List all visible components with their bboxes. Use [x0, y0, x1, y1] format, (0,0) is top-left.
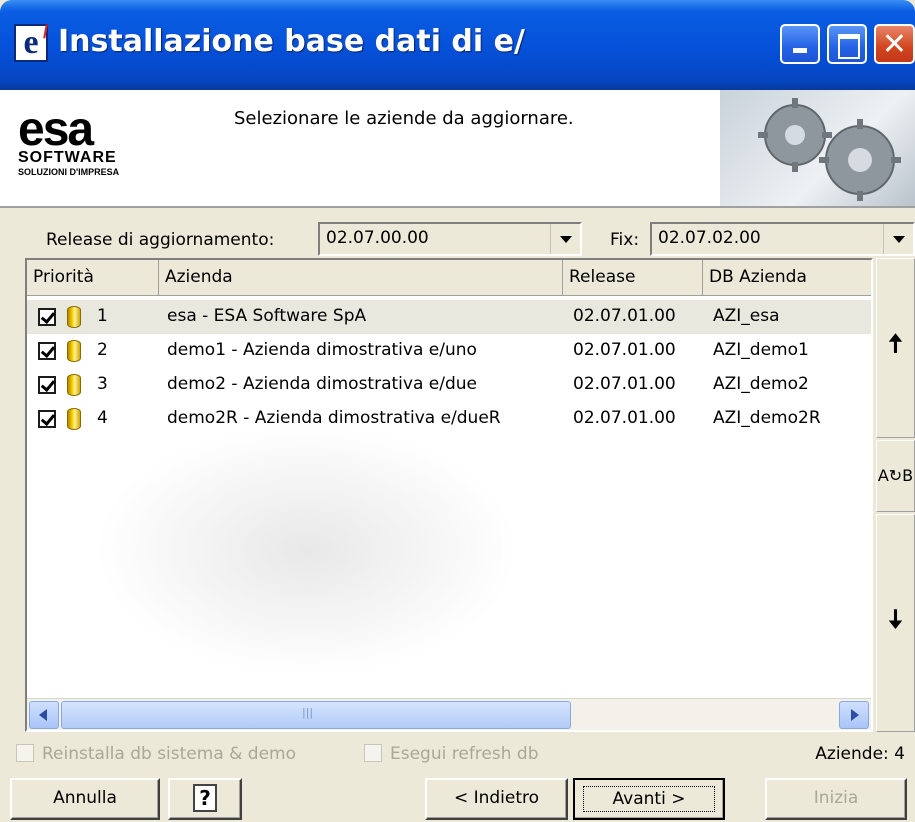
back-button[interactable]: < Indietro — [425, 778, 568, 820]
release-label: Release di aggiornamento: — [46, 230, 275, 250]
sort-icon: A↻B — [877, 466, 914, 485]
table-row[interactable]: 3 demo2 - Azienda dimostrativa e/due 02.… — [27, 368, 871, 402]
row-db: AZI_demo1 — [713, 340, 809, 360]
move-up-button[interactable]: 🠅 — [876, 258, 915, 438]
close-icon: ✕ — [881, 27, 908, 62]
row-db: AZI_demo2R — [713, 408, 821, 428]
checkbox-box[interactable] — [364, 744, 382, 762]
chevron-down-icon[interactable] — [550, 224, 580, 254]
chevron-down-icon[interactable] — [883, 224, 913, 254]
app-icon-mark: / — [42, 22, 48, 42]
column-header-priority[interactable]: Priorità — [27, 260, 159, 296]
gears-image — [720, 90, 915, 206]
fix-select-value: 02.07.02.00 — [658, 228, 761, 248]
row-priority: 3 — [97, 374, 108, 394]
row-checkbox[interactable] — [38, 342, 56, 360]
start-button[interactable]: Inizia — [765, 778, 907, 820]
table-row[interactable]: 1 esa - ESA Software SpA 02.07.01.00 AZI… — [27, 300, 871, 334]
next-button-label: Avanti > — [583, 786, 715, 812]
row-azienda: demo1 - Azienda dimostrativa e/uno — [167, 340, 477, 360]
row-checkbox[interactable] — [38, 410, 56, 428]
watermark-image — [27, 400, 871, 700]
checkbox-box[interactable] — [16, 744, 34, 762]
release-select-value: 02.07.00.00 — [326, 228, 429, 248]
window-title: Installazione base dati di e/ — [58, 24, 525, 59]
row-checkbox[interactable] — [38, 308, 56, 326]
release-select[interactable]: 02.07.00.00 — [318, 222, 582, 256]
row-priority: 2 — [97, 340, 108, 360]
instruction-text: Selezionare le aziende da aggiornare. — [234, 108, 574, 129]
close-button[interactable]: ✕ — [874, 24, 915, 64]
row-priority: 4 — [97, 408, 108, 428]
app-icon-letter: e — [23, 24, 39, 61]
row-azienda: demo2R - Azienda dimostrativa e/dueR — [167, 408, 501, 428]
fix-select[interactable]: 02.07.02.00 — [650, 222, 915, 256]
database-icon — [67, 408, 81, 430]
refresh-label: Esegui refresh db — [390, 744, 539, 764]
row-release: 02.07.01.00 — [573, 408, 676, 428]
title-bar[interactable]: e / Installazione base dati di e/ ✕ — [0, 0, 915, 90]
next-button[interactable]: Avanti > — [573, 778, 725, 820]
row-azienda: esa - ESA Software SpA — [167, 306, 367, 326]
row-db: AZI_demo2 — [713, 374, 809, 394]
esa-logo: esa SOFTWARE SOLUZIONI D'IMPRESA — [18, 103, 178, 200]
sort-button[interactable]: A↻B — [876, 440, 915, 512]
row-release: 02.07.01.00 — [573, 340, 676, 360]
gears-icon — [758, 98, 901, 201]
row-azienda: demo2 - Azienda dimostrativa e/due — [167, 374, 477, 394]
app-icon: e / — [14, 22, 48, 62]
reinstall-label: Reinstalla db sistema & demo — [42, 744, 297, 764]
column-header-release[interactable]: Release — [563, 260, 703, 296]
row-release: 02.07.01.00 — [573, 374, 676, 394]
help-icon: ? — [193, 784, 217, 812]
column-header-db[interactable]: DB Azienda — [703, 260, 871, 296]
refresh-checkbox[interactable]: Esegui refresh db — [364, 744, 539, 764]
logo-main: esa — [18, 103, 94, 156]
logo-tagline: SOLUZIONI D'IMPRESA — [18, 167, 120, 177]
help-button[interactable]: ? — [168, 778, 242, 820]
installer-window: e / Installazione base dati di e/ ✕ esa … — [0, 0, 915, 822]
company-list[interactable]: Priorità Azienda Release DB Azienda 1 es… — [25, 258, 873, 732]
header-panel: esa SOFTWARE SOLUZIONI D'IMPRESA Selezio… — [0, 90, 915, 208]
scroll-left-button[interactable] — [29, 701, 59, 729]
horizontal-scrollbar[interactable] — [27, 698, 871, 730]
move-down-button[interactable]: 🠇 — [876, 514, 915, 732]
table-row[interactable]: 2 demo1 - Azienda dimostrativa e/uno 02.… — [27, 334, 871, 368]
reinstall-checkbox[interactable]: Reinstalla db sistema & demo — [16, 744, 296, 764]
database-icon — [67, 306, 81, 328]
row-priority: 1 — [97, 306, 108, 326]
cancel-button[interactable]: Annulla — [10, 778, 160, 820]
minimize-button[interactable] — [780, 24, 820, 64]
fix-label: Fix: — [610, 230, 640, 250]
row-release: 02.07.01.00 — [573, 306, 676, 326]
row-db: AZI_esa — [713, 306, 780, 326]
row-checkbox[interactable] — [38, 376, 56, 394]
logo-software: SOFTWARE — [18, 149, 117, 166]
scroll-right-button[interactable] — [839, 701, 869, 729]
database-icon — [67, 374, 81, 396]
arrow-down-icon: 🠇 — [888, 605, 903, 635]
table-row[interactable]: 4 demo2R - Azienda dimostrativa e/dueR 0… — [27, 402, 871, 436]
column-header-azienda[interactable]: Azienda — [159, 260, 563, 296]
arrow-up-icon: 🠅 — [888, 329, 903, 359]
maximize-button[interactable] — [827, 24, 867, 64]
database-icon — [67, 340, 81, 362]
company-count: Aziende: 4 — [815, 744, 905, 764]
scroll-thumb[interactable] — [61, 701, 571, 729]
